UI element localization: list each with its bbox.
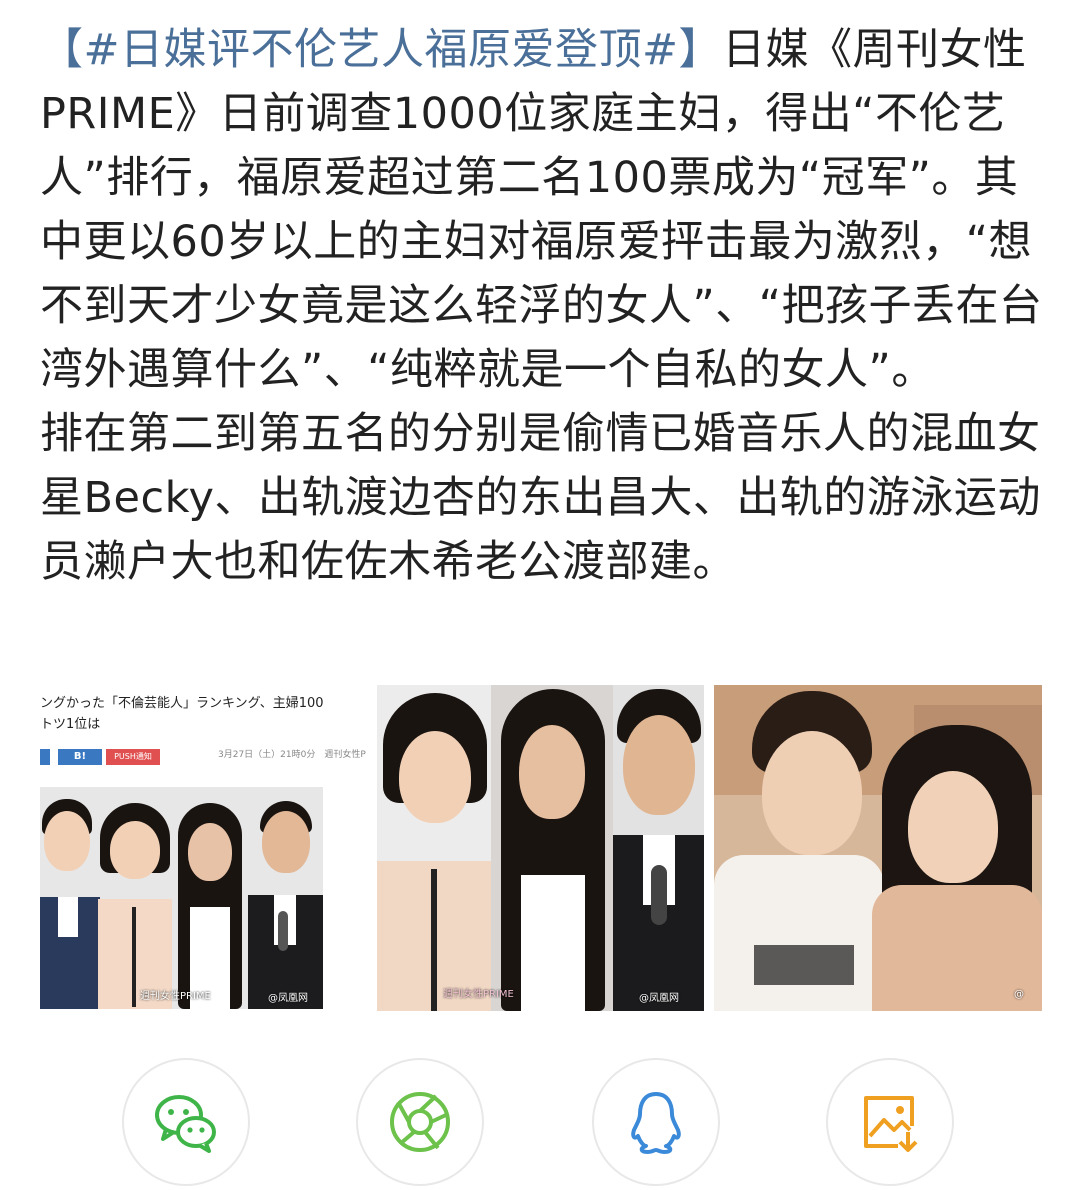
headline-line-2: トツ1位は <box>40 717 101 732</box>
image-1[interactable]: ングかった「不倫芸能人」ランキング、主婦100 トツ1位は B! PUSH通知 … <box>40 685 369 1011</box>
article-photo: 週刊女性PRIME @凤凰网 <box>40 787 323 1009</box>
weibo-watermark: @ <box>1014 989 1024 1000</box>
share-bar <box>0 1058 1080 1190</box>
qq-icon <box>631 1092 681 1154</box>
person-4 <box>248 787 323 1009</box>
person-higashide <box>613 685 704 1011</box>
hatena-bookmark-tag: B! <box>58 749 102 765</box>
share-qq-button[interactable] <box>592 1058 720 1186</box>
article-headline: ングかった「不倫芸能人」ランキング、主婦100 トツ1位は <box>40 693 369 735</box>
post-body: 日媒《周刊女性PRIME》日前调查1000位家庭主妇，得出“不伦艺人”排行，福原… <box>40 25 1043 395</box>
save-image-button[interactable] <box>826 1058 954 1186</box>
push-notify-tag: PUSH通知 <box>106 749 160 765</box>
brand-watermark: 週刊女性PRIME <box>140 991 211 1002</box>
share-moments-button[interactable] <box>356 1058 484 1186</box>
person-3 <box>172 787 248 1009</box>
image-3[interactable]: @ <box>714 685 1042 1011</box>
brand-watermark: 週刊女性PRIME <box>443 989 514 1000</box>
person-woman <box>872 725 1042 1011</box>
hashtag-link[interactable]: 【#日媒评不伦艺人福原爱登顶#】 <box>40 25 722 75</box>
person-man <box>714 685 884 1011</box>
weibo-watermark: @凤凰网 <box>268 993 308 1004</box>
wechat-icon <box>155 1095 216 1153</box>
image-gallery: ングかった「不倫芸能人」ランキング、主婦100 トツ1位は B! PUSH通知 … <box>40 685 1042 1011</box>
article-date: 3月27日（土）21時0分 週刊女性P <box>218 750 366 760</box>
person-fukuhara <box>377 685 491 1011</box>
post-body-2: 排在第二到第五名的分别是偷情已婚音乐人的混血女星Becky、出轨渡边杏的东出昌大… <box>40 409 1041 587</box>
weibo-watermark: @凤凰网 <box>639 993 679 1004</box>
moments-icon <box>390 1092 450 1152</box>
person-becky <box>491 685 613 1011</box>
person-1 <box>40 787 100 1009</box>
tag-blue <box>40 749 50 765</box>
person-2 <box>96 787 172 1009</box>
headline-line-1: ングかった「不倫芸能人」ランキング、主婦100 <box>40 696 324 711</box>
share-wechat-button[interactable] <box>122 1058 250 1186</box>
image-2[interactable]: 週刊女性PRIME @凤凰网 <box>377 685 704 1011</box>
post-text: 【#日媒评不伦艺人福原爱登顶#】日媒《周刊女性PRIME》日前调查1000位家庭… <box>40 18 1050 594</box>
save-image-icon <box>864 1096 918 1152</box>
